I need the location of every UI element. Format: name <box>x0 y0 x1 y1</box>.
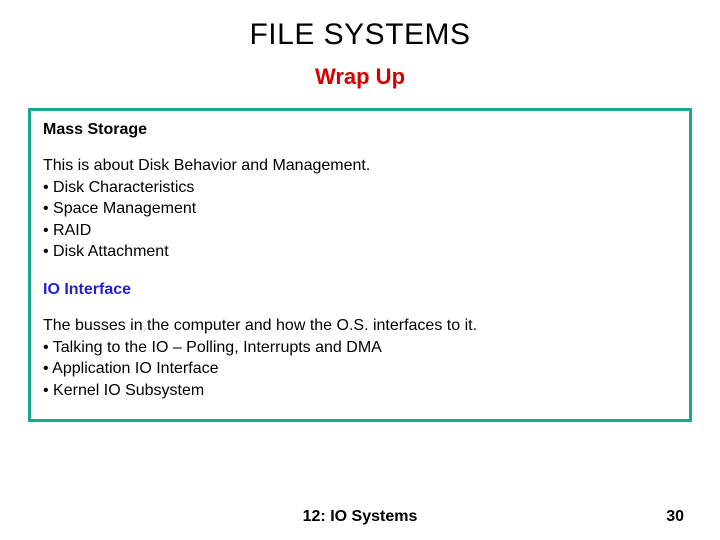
section-body-mass-storage: This is about Disk Behavior and Manageme… <box>43 155 677 263</box>
bullet-item: • Disk Attachment <box>43 241 677 263</box>
bullet-item: • RAID <box>43 220 677 242</box>
section-intro: The busses in the computer and how the O… <box>43 315 677 337</box>
content-box: Mass Storage This is about Disk Behavior… <box>28 108 692 422</box>
footer-center: 12: IO Systems <box>303 508 418 526</box>
section-heading-mass-storage: Mass Storage <box>43 121 677 139</box>
slide: FILE SYSTEMS Wrap Up Mass Storage This i… <box>0 0 720 540</box>
section-heading-io-interface: IO Interface <box>43 281 677 299</box>
slide-subtitle: Wrap Up <box>28 64 692 90</box>
section-body-io-interface: The busses in the computer and how the O… <box>43 315 677 401</box>
section-intro: This is about Disk Behavior and Manageme… <box>43 155 677 177</box>
slide-footer: 12: IO Systems 30 <box>0 508 720 526</box>
bullet-item: • Kernel IO Subsystem <box>43 380 677 402</box>
bullet-item: • Disk Characteristics <box>43 177 677 199</box>
bullet-item: • Application IO Interface <box>43 358 677 380</box>
bullet-item: • Talking to the IO – Polling, Interrupt… <box>43 337 677 359</box>
bullet-item: • Space Management <box>43 198 677 220</box>
page-number: 30 <box>666 508 684 526</box>
slide-title: FILE SYSTEMS <box>28 18 692 52</box>
